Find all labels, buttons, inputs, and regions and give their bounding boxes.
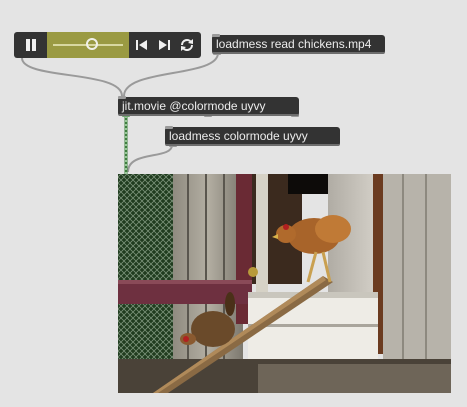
pause-button[interactable]	[20, 32, 42, 58]
inlet[interactable]	[118, 96, 126, 99]
position-knob[interactable]	[86, 38, 98, 50]
step-forward-icon	[159, 40, 170, 50]
inlet[interactable]	[165, 126, 173, 129]
object-text: loadmess read chickens.mp4	[216, 37, 372, 51]
step-back-icon	[136, 40, 147, 50]
cord-loadmess-read-to-jit-movie[interactable]	[123, 52, 219, 97]
jit-playbar[interactable]	[14, 32, 201, 58]
outlet-matrix[interactable]	[122, 114, 130, 117]
position-slider[interactable]	[47, 32, 129, 58]
outlet[interactable]	[291, 114, 299, 117]
outlet[interactable]	[204, 114, 212, 117]
step-forward-button[interactable]	[153, 32, 175, 58]
pause-icon	[26, 39, 36, 51]
step-back-button[interactable]	[131, 32, 153, 58]
outlet[interactable]	[169, 144, 177, 147]
video-display[interactable]	[118, 174, 451, 393]
cord-loadmess-colormode-to-jit-movie[interactable]	[127, 144, 173, 173]
inlet[interactable]	[212, 34, 220, 37]
jit-movie-object[interactable]: jit.movie @colormode uyvy	[118, 96, 299, 117]
object-text: loadmess colormode uyvy	[169, 129, 308, 143]
loadmess-read-object[interactable]: loadmess read chickens.mp4	[212, 34, 385, 55]
loop-button[interactable]	[175, 32, 199, 58]
cord-playbar-to-jit-movie[interactable]	[21, 57, 123, 97]
loadmess-colormode-object[interactable]: loadmess colormode uyvy	[165, 126, 340, 147]
object-text: jit.movie @colormode uyvy	[122, 99, 266, 113]
chicken-video-frame	[118, 174, 451, 393]
loop-icon	[181, 39, 193, 51]
outlet[interactable]	[213, 52, 221, 55]
